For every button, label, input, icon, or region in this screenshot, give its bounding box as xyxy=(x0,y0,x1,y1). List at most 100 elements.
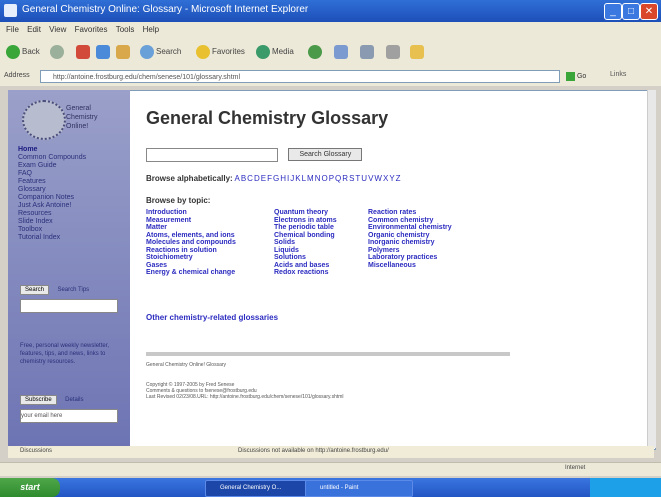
letter-link[interactable]: S xyxy=(349,174,354,183)
letter-link[interactable]: I xyxy=(287,174,289,183)
letter-link[interactable]: P xyxy=(329,174,334,183)
nav-glossary[interactable]: Glossary xyxy=(18,186,86,194)
nav-slide-index[interactable]: Slide Index xyxy=(18,218,86,226)
minimize-button[interactable]: _ xyxy=(604,3,622,20)
nav-companion-notes[interactable]: Companion Notes xyxy=(18,194,86,202)
topic-link[interactable]: Energy & chemical change xyxy=(146,269,236,277)
folder-button[interactable] xyxy=(410,45,426,59)
search-glossary-button[interactable]: Search Glossary xyxy=(288,148,363,162)
site-search-input[interactable] xyxy=(20,299,118,313)
nav-faq[interactable]: FAQ xyxy=(18,170,86,178)
task-browser[interactable]: General Chemistry O... xyxy=(205,480,313,497)
letter-link[interactable]: G xyxy=(273,174,279,183)
topic-link[interactable]: Redox reactions xyxy=(274,269,337,277)
close-button[interactable]: ✕ xyxy=(640,3,658,20)
menu-view[interactable]: View xyxy=(49,25,66,34)
media-button[interactable]: Media xyxy=(256,45,294,59)
letter-link[interactable]: J xyxy=(290,174,294,183)
letter-link[interactable]: R xyxy=(342,174,348,183)
address-input[interactable]: http://antoine.frostburg.edu/chem/senese… xyxy=(40,70,560,83)
discussions-button[interactable]: Discussions xyxy=(20,448,52,454)
nav-toolbox[interactable]: Toolbox xyxy=(18,226,86,234)
letter-link[interactable]: L xyxy=(302,174,306,183)
letter-link[interactable]: C xyxy=(247,174,253,183)
topic-link[interactable]: Electrons in atoms xyxy=(274,217,337,225)
topic-link[interactable]: Organic chemistry xyxy=(368,232,452,240)
letter-link[interactable]: F xyxy=(267,174,272,183)
letter-link[interactable]: X xyxy=(383,174,388,183)
letter-link[interactable]: W xyxy=(374,174,382,183)
topic-link[interactable]: Inorganic chemistry xyxy=(368,239,452,247)
print-button[interactable] xyxy=(360,45,376,59)
menu-tools[interactable]: Tools xyxy=(116,25,135,34)
letter-link[interactable]: D xyxy=(254,174,260,183)
menu-help[interactable]: Help xyxy=(143,25,159,34)
search-tips-link[interactable]: Search Tips xyxy=(57,287,89,293)
nav-home[interactable]: Home xyxy=(18,146,86,154)
topic-link[interactable]: Stoichiometry xyxy=(146,254,236,262)
topic-link[interactable]: Polymers xyxy=(368,247,452,255)
topic-link[interactable]: Miscellaneous xyxy=(368,262,452,270)
vertical-scrollbar[interactable] xyxy=(647,90,656,448)
letter-link[interactable]: E xyxy=(261,174,266,183)
menu-favorites[interactable]: Favorites xyxy=(75,25,108,34)
topic-link[interactable]: Introduction xyxy=(146,209,236,217)
letter-link[interactable]: N xyxy=(315,174,321,183)
topic-link[interactable]: Laboratory practices xyxy=(368,254,452,262)
menu-file[interactable]: File xyxy=(6,25,19,34)
topic-link[interactable]: Common chemistry xyxy=(368,217,452,225)
topic-link[interactable]: Molecules and compounds xyxy=(146,239,236,247)
letter-link[interactable]: M xyxy=(307,174,314,183)
topic-link[interactable]: Chemical bonding xyxy=(274,232,337,240)
go-button[interactable]: Go xyxy=(566,70,596,83)
letter-link[interactable]: O xyxy=(321,174,327,183)
mail-button[interactable] xyxy=(334,45,350,59)
site-search-button[interactable]: Search xyxy=(20,285,50,295)
site-logo[interactable] xyxy=(22,100,66,140)
refresh-button[interactable] xyxy=(96,45,112,59)
letter-link[interactable]: Q xyxy=(335,174,341,183)
search-toolbar-button[interactable]: Search xyxy=(140,45,181,59)
topic-link[interactable]: Reactions in solution xyxy=(146,247,236,255)
subscribe-button[interactable]: Subscribe xyxy=(20,395,57,405)
topic-link[interactable]: Acids and bases xyxy=(274,262,337,270)
start-button[interactable]: start xyxy=(0,478,60,497)
nav-common-compounds[interactable]: Common Compounds xyxy=(18,154,86,162)
letter-link[interactable]: T xyxy=(355,174,360,183)
letter-link[interactable]: U xyxy=(361,174,367,183)
other-glossaries-link[interactable]: Other chemistry-related glossaries xyxy=(146,313,278,322)
nav-just-ask[interactable]: Just Ask Antoine! xyxy=(18,202,86,210)
topic-link[interactable]: Reaction rates xyxy=(368,209,452,217)
topic-link[interactable]: Solids xyxy=(274,239,337,247)
topic-link[interactable]: Quantum theory xyxy=(274,209,337,217)
topic-link[interactable]: The periodic table xyxy=(274,224,337,232)
menu-edit[interactable]: Edit xyxy=(27,25,41,34)
letter-link[interactable]: Z xyxy=(396,174,401,183)
letter-link[interactable]: K xyxy=(295,174,300,183)
home-button[interactable] xyxy=(116,45,132,59)
topic-link[interactable]: Gases xyxy=(146,262,236,270)
stop-button[interactable] xyxy=(76,45,92,59)
topic-link[interactable]: Environmental chemistry xyxy=(368,224,452,232)
back-button[interactable]: Back xyxy=(6,45,40,59)
topic-link[interactable]: Measurement xyxy=(146,217,236,225)
task-paint[interactable]: untitled - Paint xyxy=(305,480,413,497)
glossary-search-input[interactable] xyxy=(146,147,278,162)
topic-link[interactable]: Atoms, elements, and ions xyxy=(146,232,236,240)
favorites-button[interactable]: Favorites xyxy=(196,45,245,59)
links-label[interactable]: Links xyxy=(610,71,626,78)
nav-features[interactable]: Features xyxy=(18,178,86,186)
letter-link[interactable]: Y xyxy=(389,174,394,183)
email-field[interactable]: your email here xyxy=(20,409,118,423)
letter-link[interactable]: H xyxy=(280,174,286,183)
nav-resources[interactable]: Resources xyxy=(18,210,86,218)
subscribe-details-link[interactable]: Details xyxy=(65,397,83,403)
forward-button[interactable] xyxy=(50,45,66,59)
nav-exam-guide[interactable]: Exam Guide xyxy=(18,162,86,170)
maximize-button[interactable]: □ xyxy=(622,3,640,20)
topic-link[interactable]: Matter xyxy=(146,224,236,232)
letter-link[interactable]: B xyxy=(241,174,246,183)
letter-link[interactable]: A xyxy=(234,174,239,183)
edit-button[interactable] xyxy=(386,45,402,59)
topic-link[interactable]: Liquids xyxy=(274,247,337,255)
